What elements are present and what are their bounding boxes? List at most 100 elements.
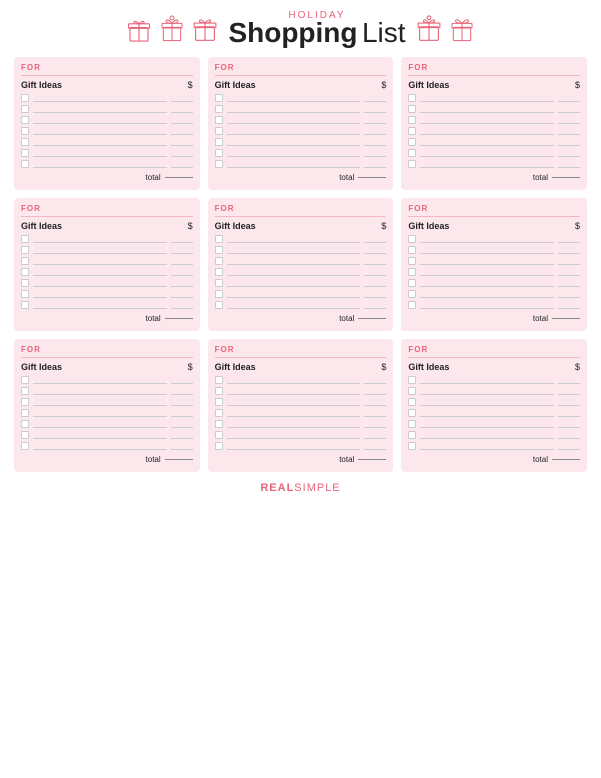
list-item <box>21 290 193 298</box>
card-total-row-7: total <box>215 455 387 464</box>
checkbox-icon[interactable] <box>408 409 416 417</box>
checkbox-icon[interactable] <box>21 105 29 113</box>
checkbox-icon[interactable] <box>408 235 416 243</box>
checkbox-icon[interactable] <box>21 94 29 102</box>
checkbox-icon[interactable] <box>21 160 29 168</box>
checkbox-icon[interactable] <box>215 116 223 124</box>
checkbox-icon[interactable] <box>408 127 416 135</box>
checkbox-icon[interactable] <box>21 431 29 439</box>
header-gifts-right <box>414 14 477 44</box>
checkbox-icon[interactable] <box>215 268 223 276</box>
price-line <box>558 387 580 395</box>
price-line <box>558 257 580 265</box>
checkbox-icon[interactable] <box>215 398 223 406</box>
checkbox-icon[interactable] <box>408 431 416 439</box>
item-line <box>227 398 361 406</box>
checkbox-icon[interactable] <box>215 246 223 254</box>
price-line <box>171 116 193 124</box>
card-8: FORGift Ideas$total <box>401 339 587 472</box>
checkbox-icon[interactable] <box>21 398 29 406</box>
checkbox-icon[interactable] <box>21 268 29 276</box>
checkbox-icon[interactable] <box>408 94 416 102</box>
list-item <box>21 279 193 287</box>
checkbox-icon[interactable] <box>215 279 223 287</box>
header: HOLIDAY Shopping List <box>14 10 587 47</box>
checkbox-icon[interactable] <box>408 387 416 395</box>
list-item <box>215 235 387 243</box>
checkbox-icon[interactable] <box>215 290 223 298</box>
checkbox-icon[interactable] <box>408 116 416 124</box>
checkbox-icon[interactable] <box>408 442 416 450</box>
checkbox-icon[interactable] <box>21 246 29 254</box>
item-line <box>33 398 167 406</box>
checkbox-icon[interactable] <box>215 138 223 146</box>
item-line <box>420 398 554 406</box>
header-title: HOLIDAY Shopping List <box>228 10 405 47</box>
list-item <box>215 268 387 276</box>
checkbox-icon[interactable] <box>215 420 223 428</box>
checkbox-icon[interactable] <box>408 279 416 287</box>
checkbox-icon[interactable] <box>21 387 29 395</box>
list-item <box>215 431 387 439</box>
checkbox-icon[interactable] <box>215 235 223 243</box>
checkbox-icon[interactable] <box>21 409 29 417</box>
checkbox-icon[interactable] <box>408 290 416 298</box>
checkbox-icon[interactable] <box>21 301 29 309</box>
brand-label: REALSIMPLE <box>260 482 340 494</box>
card-dollar-8: $ <box>575 362 580 372</box>
checkbox-icon[interactable] <box>21 127 29 135</box>
checkbox-icon[interactable] <box>408 376 416 384</box>
checkbox-icon[interactable] <box>408 246 416 254</box>
list-item <box>408 290 580 298</box>
card-dollar-6: $ <box>188 362 193 372</box>
checkbox-icon[interactable] <box>408 398 416 406</box>
checkbox-icon[interactable] <box>408 105 416 113</box>
card-for-label-0: FOR <box>21 63 193 76</box>
checkbox-icon[interactable] <box>21 376 29 384</box>
checkbox-icon[interactable] <box>21 420 29 428</box>
checkbox-icon[interactable] <box>21 235 29 243</box>
card-dollar-7: $ <box>381 362 386 372</box>
checkbox-icon[interactable] <box>215 376 223 384</box>
checkbox-icon[interactable] <box>215 105 223 113</box>
checkbox-icon[interactable] <box>21 149 29 157</box>
price-line <box>364 301 386 309</box>
checkbox-icon[interactable] <box>215 431 223 439</box>
item-line <box>227 279 361 287</box>
checkbox-icon[interactable] <box>408 420 416 428</box>
list-item <box>215 138 387 146</box>
price-line <box>364 268 386 276</box>
item-line <box>227 149 361 157</box>
card-total-line-0 <box>165 177 193 178</box>
checkbox-icon[interactable] <box>215 127 223 135</box>
list-item <box>215 105 387 113</box>
checkbox-icon[interactable] <box>215 387 223 395</box>
checkbox-icon[interactable] <box>408 268 416 276</box>
page: HOLIDAY Shopping List <box>0 0 601 778</box>
item-line <box>33 431 167 439</box>
checkbox-icon[interactable] <box>408 301 416 309</box>
list-item <box>21 442 193 450</box>
card-total-row-1: total <box>215 173 387 182</box>
checkbox-icon[interactable] <box>215 149 223 157</box>
checkbox-icon[interactable] <box>215 301 223 309</box>
checkbox-icon[interactable] <box>408 160 416 168</box>
checkbox-icon[interactable] <box>215 442 223 450</box>
checkbox-icon[interactable] <box>408 257 416 265</box>
checkbox-icon[interactable] <box>21 116 29 124</box>
list-item <box>215 149 387 157</box>
checkbox-icon[interactable] <box>21 279 29 287</box>
checkbox-icon[interactable] <box>215 160 223 168</box>
checkbox-icon[interactable] <box>21 257 29 265</box>
checkbox-icon[interactable] <box>21 290 29 298</box>
item-line <box>33 235 167 243</box>
checkbox-icon[interactable] <box>215 409 223 417</box>
checkbox-icon[interactable] <box>215 257 223 265</box>
checkbox-icon[interactable] <box>21 442 29 450</box>
checkbox-icon[interactable] <box>408 149 416 157</box>
checkbox-icon[interactable] <box>408 138 416 146</box>
checkbox-icon[interactable] <box>215 94 223 102</box>
list-item <box>408 431 580 439</box>
list-item <box>215 376 387 384</box>
checkbox-icon[interactable] <box>21 138 29 146</box>
